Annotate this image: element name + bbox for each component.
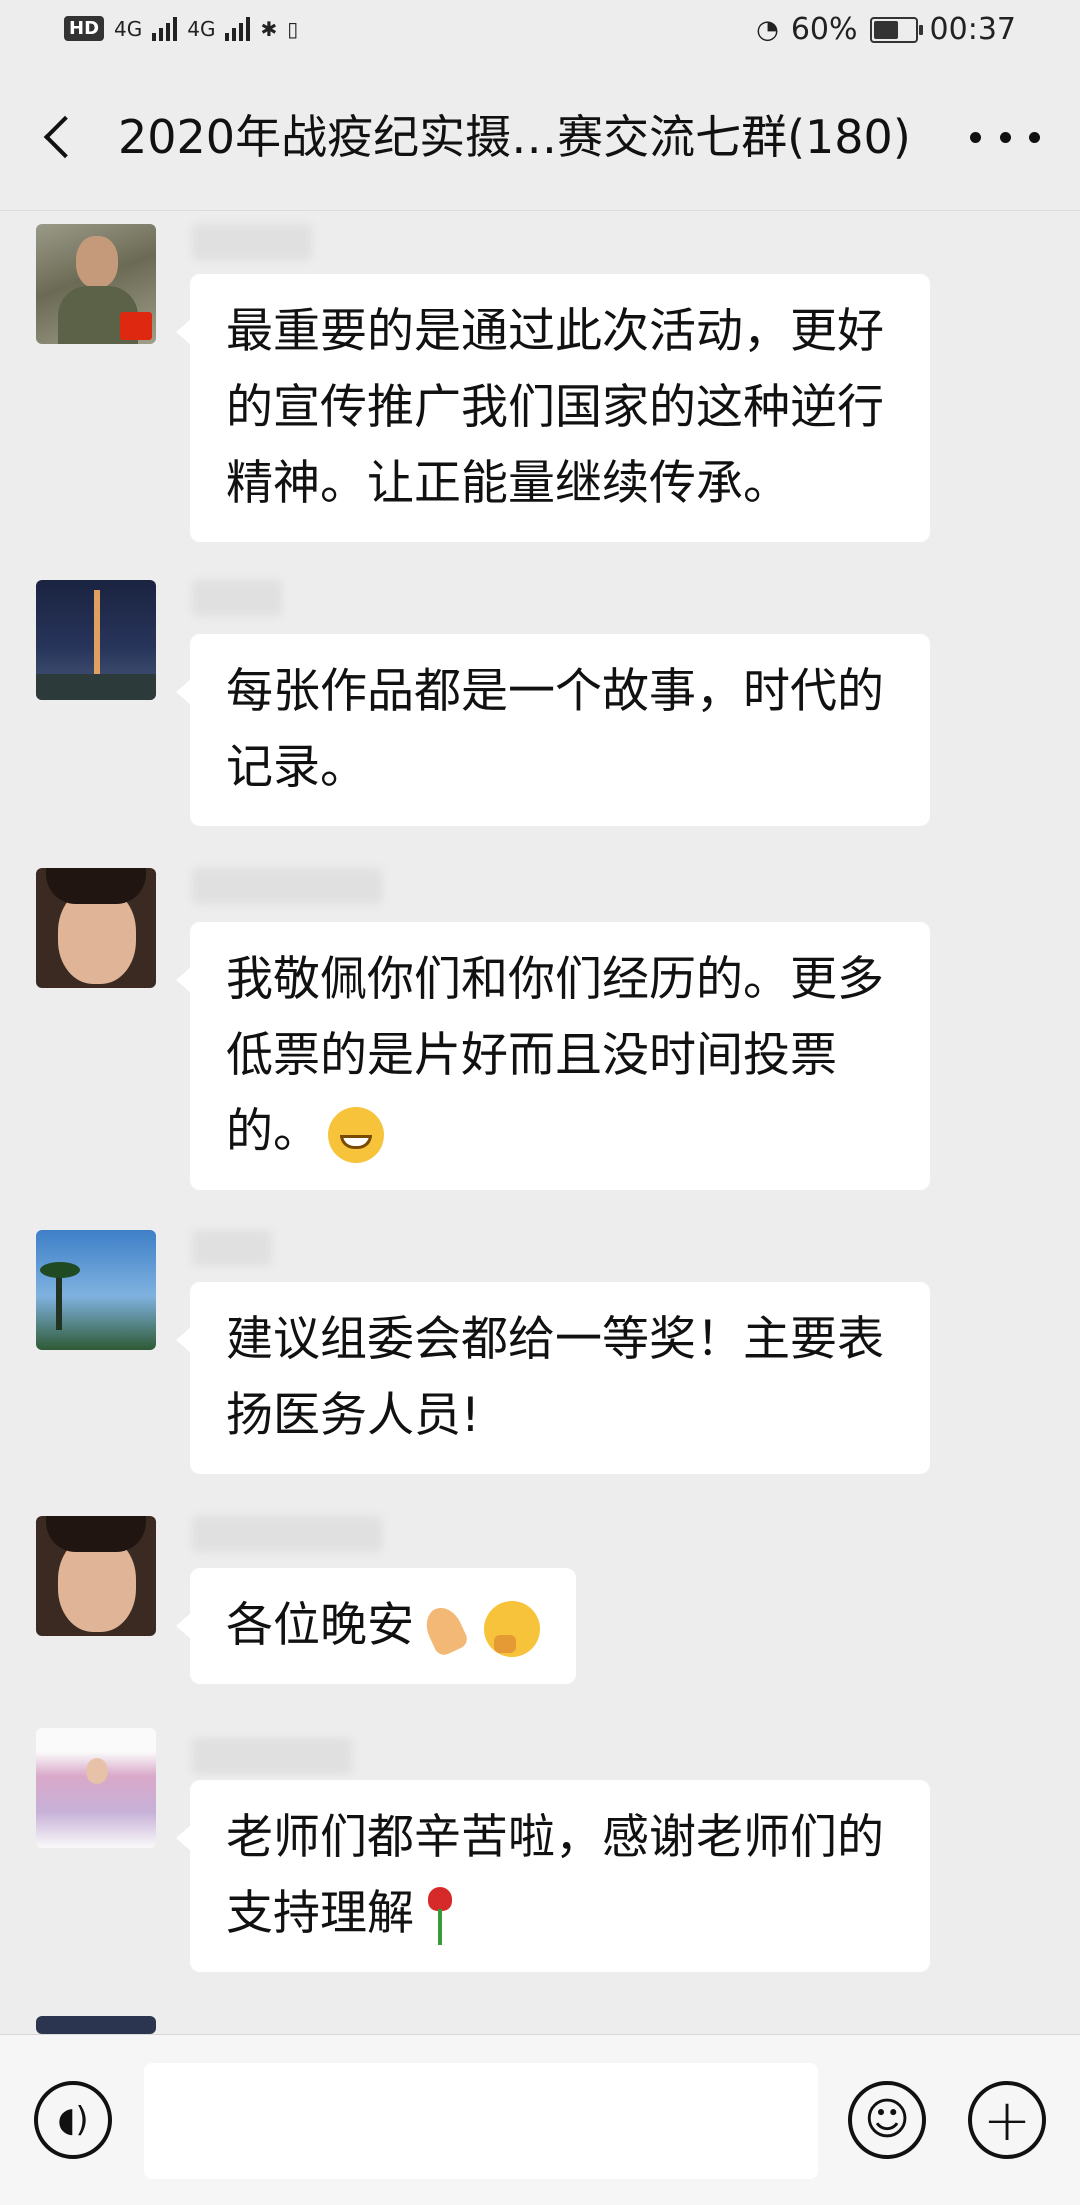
sender-name-blurred <box>192 580 282 616</box>
more-options-button[interactable] <box>970 112 1040 162</box>
chat-title: 2020年战疫纪实摄…赛交流七群(180) <box>118 110 911 164</box>
voice-input-button[interactable]: ◖) <box>34 2081 112 2159</box>
message-text: 每张作品都是一个故事，时代的记录。 <box>226 664 884 795</box>
voice-icon: ◖) <box>57 2100 89 2140</box>
more-functions-button[interactable]: + <box>968 2081 1046 2159</box>
sender-name-blurred <box>192 868 382 904</box>
speed-icon: ◔ <box>756 14 779 45</box>
message-text: 各位晚安 <box>226 1598 414 1653</box>
hd-badge: HD <box>64 16 105 41</box>
battery-fill <box>873 20 898 39</box>
message-bubble[interactable]: 最重要的是通过此次活动，更好的宣传推广我们国家的这种逆行精神。让正能量继续传承。 <box>176 274 930 542</box>
signal-bars-icon-2 <box>225 16 251 41</box>
avatar[interactable] <box>36 580 156 700</box>
avatar[interactable] <box>36 2016 156 2034</box>
avatar[interactable] <box>36 1230 156 1350</box>
avatar[interactable] <box>36 1728 156 1848</box>
status-bar: HD 4G 4G ✱ ▯ ◔ 60% 00:37 <box>0 0 1080 66</box>
avatar[interactable] <box>36 224 156 344</box>
sender-name-blurred <box>192 1516 382 1552</box>
smiley-icon: ☺ <box>864 2094 910 2145</box>
battery-percent: 60% <box>790 12 858 47</box>
thinking-face-emoji <box>484 1600 540 1657</box>
rose-emoji <box>420 1886 460 1947</box>
clock: 00:37 <box>929 12 1016 47</box>
message-bubble[interactable]: 每张作品都是一个故事，时代的记录。 <box>176 634 930 826</box>
message-text: 最重要的是通过此次活动，更好的宣传推广我们国家的这种逆行精神。让正能量继续传承。 <box>226 304 884 511</box>
input-bar: ◖) ☺ + <box>0 2034 1080 2205</box>
message-text: 建议组委会都给一等奖！主要表扬医务人员! <box>226 1312 884 1443</box>
avatar[interactable] <box>36 868 156 988</box>
chat-header: 2020年战疫纪实摄…赛交流七群(180) <box>0 66 1080 211</box>
status-left: HD 4G 4G ✱ ▯ <box>64 16 298 41</box>
emoji-button[interactable]: ☺ <box>848 2081 926 2159</box>
pinched-fingers-emoji <box>418 1603 478 1655</box>
message-bubble[interactable]: 各位晚安 <box>176 1568 576 1684</box>
back-button[interactable] <box>30 106 90 166</box>
message-input[interactable] <box>144 2063 818 2179</box>
plus-icon: + <box>982 2086 1032 2154</box>
vibrate-icon: ▯ <box>287 16 299 41</box>
signal-bars-icon <box>152 16 178 41</box>
network-type-2: 4G <box>187 16 216 41</box>
message-text: 老师们都辛苦啦，感谢老师们的支持理解 <box>226 1810 884 1941</box>
avatar[interactable] <box>36 1516 156 1636</box>
sender-name-blurred <box>192 224 312 260</box>
status-right: ◔ 60% 00:37 <box>756 12 1016 47</box>
message-bubble[interactable]: 建议组委会都给一等奖！主要表扬医务人员! <box>176 1282 930 1474</box>
message-bubble[interactable]: 我敬佩你们和你们经历的。更多低票的是片好而且没时间投票的。 <box>176 922 930 1190</box>
bluetooth-icon: ✱ <box>260 16 278 41</box>
message-bubble[interactable]: 老师们都辛苦啦，感谢老师们的支持理解 <box>176 1780 930 1972</box>
sender-name-blurred <box>192 1230 272 1266</box>
grinning-face-emoji <box>328 1106 384 1163</box>
network-type-1: 4G <box>114 16 143 41</box>
sender-name-blurred <box>192 1738 352 1774</box>
battery-icon <box>869 16 923 43</box>
message-text: 我敬佩你们和你们经历的。更多低票的是片好而且没时间投票的。 <box>226 952 884 1159</box>
